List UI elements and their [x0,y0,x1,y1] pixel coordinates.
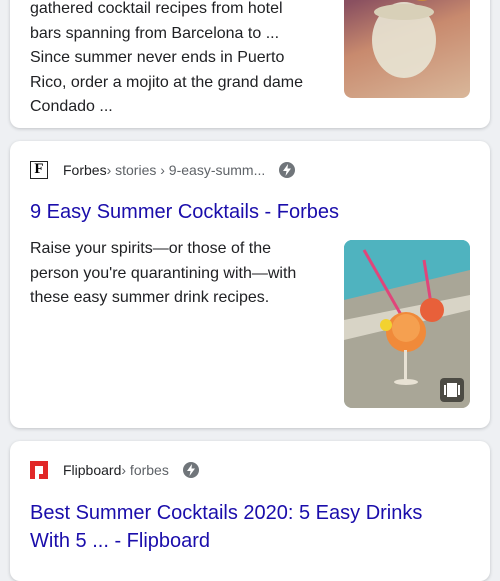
result-snippet: gathered cocktail recipes from hotel bar… [30,0,330,120]
result-thumbnail[interactable] [344,240,470,408]
source-path: › forbes [121,462,169,478]
source-path: › stories › 9-easy-summ... [106,162,266,178]
snippet-line: Rico, order a mojito at the grand dame [30,73,304,91]
result-source-row[interactable]: F Forbes › stories › 9-easy-summ... [30,160,296,180]
snippet-line: Since summer never ends in Puerto [30,49,285,66]
result-title-link[interactable]: Best Summer Cocktails 2020: 5 Easy Drink… [30,499,470,555]
forbes-favicon-icon: F [30,161,48,179]
result-card-2[interactable]: F Forbes › stories › 9-easy-summ... 9 Ea… [10,141,490,428]
snippet-line: Raise your spirits—or those of the [30,240,271,257]
source-name: Flipboard [63,462,122,478]
flipboard-favicon-icon [30,461,48,479]
result-source-row[interactable]: Flipboard › forbes [30,460,199,480]
source-name: Forbes [63,162,107,178]
result-card-1[interactable]: gathered cocktail recipes from hotel bar… [10,0,490,128]
lightning-bolt-icon [182,462,199,478]
snippet-line: these easy summer drink recipes. [30,289,270,306]
title-line: With 5 ... - Flipboard [30,530,211,552]
result-snippet: Raise your spirits—or those of the perso… [30,237,330,311]
lightning-bolt-icon [279,162,296,178]
result-thumbnail[interactable] [344,0,470,98]
snippet-line: gathered cocktail recipes from hotel [30,0,283,17]
snippet-line: Condado ... [30,98,113,115]
snippet-line: bars spanning from Barcelona to ... [30,24,280,42]
result-title-link[interactable]: 9 Easy Summer Cocktails - Forbes [30,198,470,226]
web-stories-icon [440,378,464,402]
result-card-3[interactable]: Flipboard › forbes Best Summer Cocktails… [10,441,490,581]
title-line: Best Summer Cocktails 2020: 5 Easy Drink… [30,502,423,524]
snippet-line: person you're quarantining with—with [30,264,297,282]
